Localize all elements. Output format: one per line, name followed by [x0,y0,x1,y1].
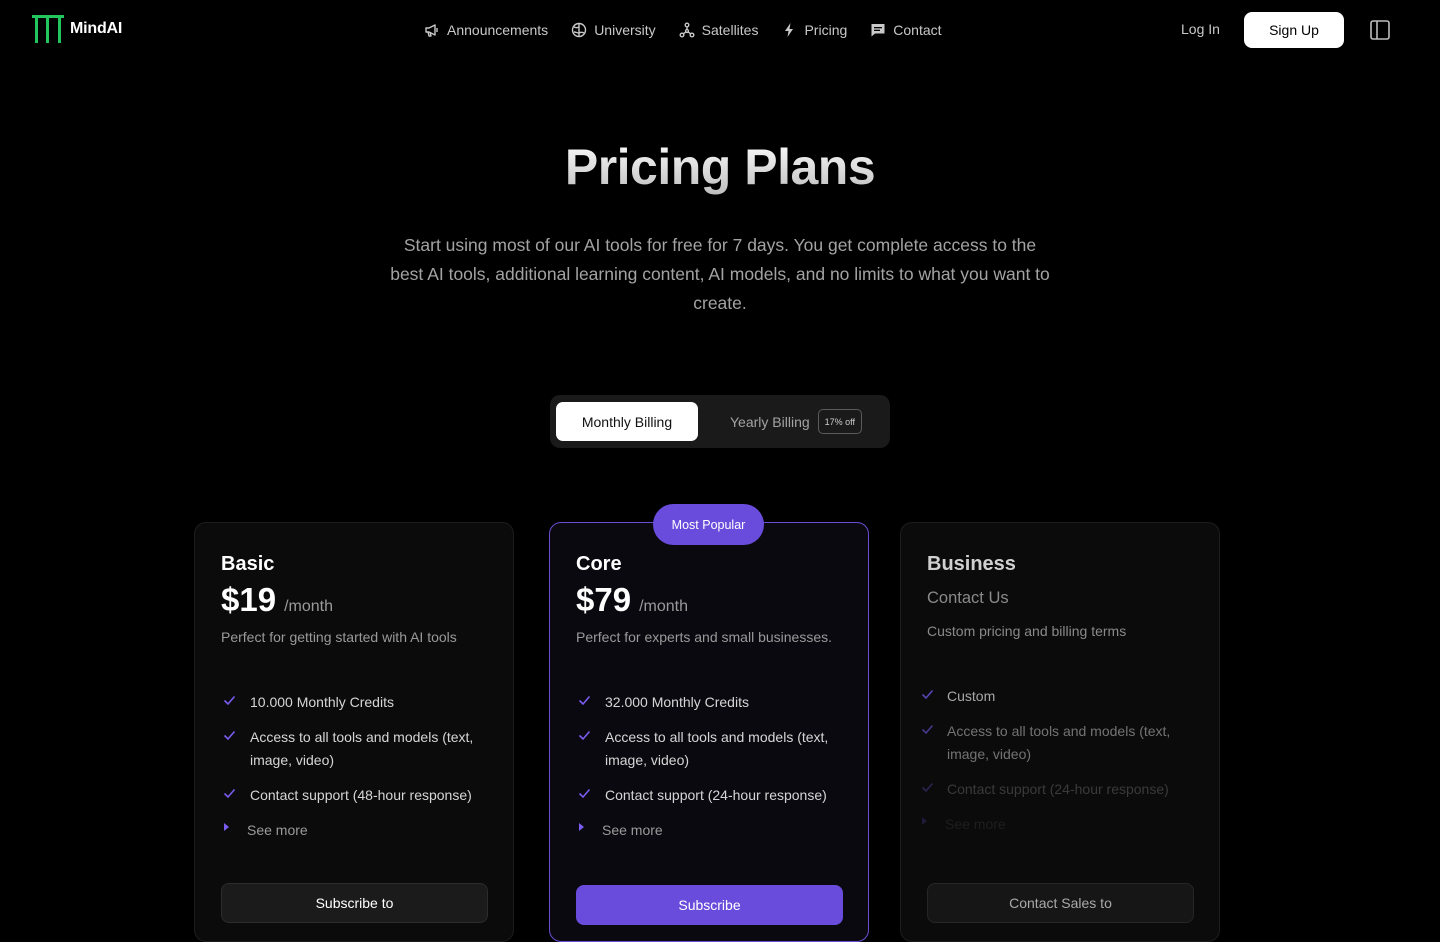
monthly-billing-tab[interactable]: Monthly Billing [556,402,698,441]
caret-right-icon [579,823,584,831]
feature-item: Access to all tools and models (text, im… [919,720,1199,766]
check-icon [223,695,236,706]
nav-link-university[interactable]: University [571,20,656,40]
nav-link-announcements[interactable]: Announcements [424,20,548,40]
discount-badge: 17% off [817,409,862,434]
page-title: Pricing Plans [0,138,1440,196]
nav-link-pricing[interactable]: Pricing [781,20,847,40]
plan-name: Core [576,553,622,575]
contact-sales-button[interactable]: Contact Sales to [927,883,1194,923]
plan-description: Perfect for getting started with AI tool… [221,629,457,645]
feature-item: Custom [919,685,1199,708]
plan-description: Custom pricing and billing terms [927,623,1127,639]
feature-item: 32.000 Monthly Credits [576,691,856,714]
plan-description: Perfect for experts and small businesses… [576,629,833,645]
sidebar-toggle-icon[interactable] [1369,19,1391,41]
check-icon [921,782,934,793]
feature-item: Contact support (24-hour response) [576,784,856,807]
feature-item: Access to all tools and models (text, im… [221,726,501,772]
check-icon [223,788,236,799]
price-period: /month [284,598,333,615]
billing-toggle: Monthly Billing Yearly Billing 17% off [550,395,890,448]
plan-price: $79 /month [576,581,688,619]
plan-price: $19 /month [221,581,333,619]
see-more-toggle[interactable]: See more [576,819,856,842]
check-icon [921,724,934,735]
caret-right-icon [922,817,927,825]
yearly-billing-tab[interactable]: Yearly Billing 17% off [730,409,862,434]
brand-name: MindAI [70,20,123,37]
plan-card-core: Core $79 /month Perfect for experts and … [549,522,869,942]
subscribe-basic-button[interactable]: Subscribe to [221,883,488,923]
plan-card-business: Business Contact Us Custom pricing and b… [900,522,1220,942]
nav-link-satellites[interactable]: Satellites [679,20,758,40]
price-period: /month [639,598,688,615]
plan-name: Business [927,553,1016,575]
see-more-toggle[interactable]: See more [221,819,501,842]
check-icon [578,695,591,706]
yearly-billing-label: Yearly Billing [730,413,810,430]
check-icon [578,788,591,799]
price-contact-label: Contact Us [927,589,1009,607]
nav-links: Announcements University Satellites Pric… [424,20,965,40]
price-amount: $79 [576,581,632,618]
plan-card-basic: Basic $19 /month Perfect for getting sta… [194,522,514,942]
check-icon [223,730,236,741]
brand-logo[interactable]: MindAI [32,13,122,45]
feature-item: Access to all tools and models (text, im… [576,726,856,772]
nav-link-contact[interactable]: Contact [870,20,942,40]
feature-item: 10.000 Monthly Credits [221,691,501,714]
brain-icon [571,22,587,38]
feature-list: 32.000 Monthly Credits Access to all too… [576,691,856,842]
caret-right-icon [224,823,229,831]
megaphone-icon [425,24,438,37]
see-more-toggle[interactable]: See more [919,813,1199,836]
feature-item: Contact support (24-hour response) [919,778,1199,801]
price-amount: $19 [221,581,277,618]
check-icon [921,689,934,700]
feature-list: Custom Access to all tools and models (t… [919,685,1199,836]
check-icon [578,730,591,741]
mindai-logo-icon [32,15,64,43]
lightning-icon [785,23,794,37]
top-nav: MindAI Announcements University Satellit… [0,0,1440,60]
feature-item: Contact support (48-hour response) [221,784,501,807]
subscribe-core-button[interactable]: Subscribe [576,885,843,925]
network-icon [679,22,695,38]
login-link[interactable]: Log In [1181,21,1220,37]
most-popular-badge: Most Popular [653,504,764,545]
plan-name: Basic [221,553,275,575]
signup-button[interactable]: Sign Up [1244,12,1344,48]
message-icon [871,24,885,37]
feature-list: 10.000 Monthly Credits Access to all too… [221,691,501,842]
page-subtitle: Start using most of our AI tools for fre… [390,235,1050,313]
